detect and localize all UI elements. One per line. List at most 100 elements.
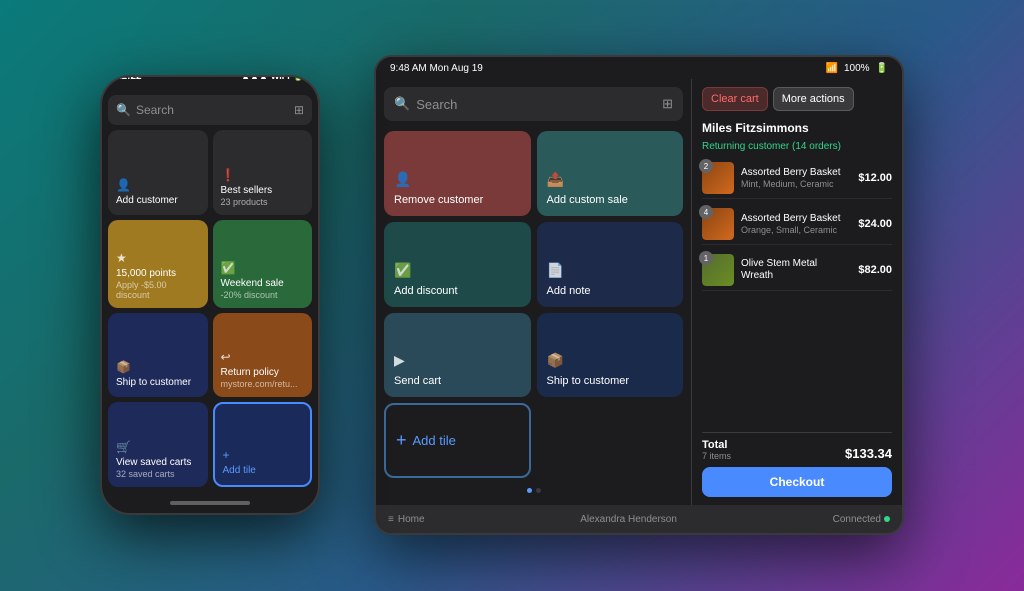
tablet-wifi-icon: 📶: [826, 63, 838, 74]
phone-tiles-grid: 👤 Add customer ❗ Best sellers 23 product…: [108, 130, 312, 487]
phone-search-text: Search: [136, 103, 174, 117]
tablet-home-label: Home: [398, 514, 425, 525]
phone-search-bar[interactable]: 🔍 Search ⊞: [108, 95, 312, 125]
tablet-bottom-bar: ≡ Home Alexandra Henderson Connected: [376, 505, 902, 533]
tile-add-discount-label: Add discount: [394, 285, 521, 297]
tablet-connected-status: Connected: [833, 514, 890, 525]
phone-tile-points-label: 15,000 points: [116, 268, 200, 280]
cart-item-info-2: Olive Stem Metal Wreath: [741, 258, 851, 282]
tile-ship-to-customer-label: Ship to customer: [547, 375, 674, 387]
tablet-page-dots: [384, 484, 683, 497]
cart-item-sub-0: Mint, Medium, Ceramic: [741, 179, 851, 189]
phone-tile-ship[interactable]: 📦 Ship to customer: [108, 313, 208, 398]
cart-item-price-2: $82.00: [858, 264, 892, 276]
connected-label: Connected: [833, 514, 881, 525]
cart-item-img-wrap-2: 1: [702, 254, 734, 286]
phone-tile-ship-icon: 📦: [116, 360, 200, 374]
phone-tile-return[interactable]: ↩ Return policy mystore.com/retu...: [213, 313, 313, 398]
tablet-time: 9:48 AM Mon Aug 19: [390, 63, 483, 74]
cart-item-name-1: Assorted Berry Basket: [741, 213, 851, 225]
cart-item-1: 4 Assorted Berry Basket Orange, Small, C…: [702, 204, 892, 245]
tablet-battery: 100%: [844, 63, 870, 74]
dot-inactive[interactable]: [536, 488, 541, 493]
phone-tile-saved-carts[interactable]: 🛒 View saved carts 32 saved carts: [108, 402, 208, 487]
phone-tile-points-sub: Apply -$5.00 discount: [116, 280, 200, 300]
tile-add-note[interactable]: 📄 Add note: [537, 222, 684, 307]
phone-tile-add-customer[interactable]: 👤 Add customer: [108, 130, 208, 215]
phone-battery-icon: 🔋: [293, 75, 304, 82]
total-section: Total 7 items $133.34 Checkout: [702, 432, 892, 497]
phone-tile-weekend-sale[interactable]: ✅ Weekend sale -20% discount: [213, 220, 313, 308]
tablet-menu-icon: ≡: [388, 514, 394, 525]
dot-active[interactable]: [527, 488, 532, 493]
cart-item-0: 2 Assorted Berry Basket Mint, Medium, Ce…: [702, 158, 892, 199]
tile-add-discount[interactable]: ✅ Add discount: [384, 222, 531, 307]
tablet-content: 🔍 Search ⊞ 👤 Remove customer 📤 Add custo…: [376, 79, 902, 505]
tile-send-cart-icon: ▶: [394, 352, 521, 369]
more-actions-button[interactable]: More actions: [773, 87, 854, 111]
tile-ship-to-customer-icon: 📦: [547, 352, 674, 369]
tile-send-cart[interactable]: ▶ Send cart: [384, 313, 531, 398]
connected-dot: [884, 516, 890, 522]
phone-tile-saved-carts-sub: 32 saved carts: [116, 469, 200, 479]
phone-tile-add-label: Add tile: [223, 465, 303, 477]
tablet-action-buttons: Clear cart More actions: [702, 87, 892, 111]
phone-tile-saved-carts-label: View saved carts: [116, 457, 200, 469]
phone-tile-add[interactable]: + Add tile: [213, 402, 313, 487]
tablet-search-icon: 🔍: [394, 96, 410, 112]
phone-signal-icon: ▲▲▲: [241, 75, 268, 81]
tile-remove-customer[interactable]: 👤 Remove customer: [384, 131, 531, 216]
phone-tile-add-icon: +: [223, 448, 303, 462]
tile-add-new-label: Add tile: [413, 433, 456, 448]
tile-add-note-label: Add note: [547, 285, 674, 297]
phone-tile-best-sellers-label: Best sellers: [221, 185, 305, 197]
total-amount: $133.34: [845, 446, 892, 461]
tablet-search-bar[interactable]: 🔍 Search ⊞: [384, 87, 683, 121]
total-label: Total: [702, 439, 731, 451]
phone-tile-points-icon: ★: [116, 251, 200, 265]
phone-device: 12:22 ▲▲▲ WiFi 🔋 🔍 Search ⊞ 👤 Add custom…: [100, 75, 320, 515]
phone-tile-best-sellers[interactable]: ❗ Best sellers 23 products: [213, 130, 313, 215]
tile-add-note-icon: 📄: [547, 262, 674, 279]
cart-item-price-1: $24.00: [858, 218, 892, 230]
phone-bottom-indicator: [102, 493, 318, 513]
tile-send-cart-label: Send cart: [394, 375, 521, 387]
tablet-user-name: Alexandra Henderson: [580, 514, 677, 525]
phone-tile-best-sellers-sub: 23 products: [221, 197, 305, 207]
clear-cart-button[interactable]: Clear cart: [702, 87, 768, 111]
tile-add-discount-icon: ✅: [394, 262, 521, 279]
tablet-left-panel: 🔍 Search ⊞ 👤 Remove customer 📤 Add custo…: [376, 79, 692, 505]
tablet-search-text: Search: [416, 97, 457, 112]
tile-remove-customer-label: Remove customer: [394, 194, 521, 206]
phone-scan-icon[interactable]: ⊞: [294, 103, 304, 117]
total-label-group: Total 7 items: [702, 439, 731, 461]
tablet-tiles-grid: 👤 Remove customer 📤 Add custom sale ✅ Ad…: [384, 131, 683, 478]
phone-wifi-icon: WiFi: [271, 75, 290, 81]
tile-remove-customer-icon: 👤: [394, 171, 521, 188]
cart-item-2: 1 Olive Stem Metal Wreath $82.00: [702, 250, 892, 291]
tablet-scan-icon[interactable]: ⊞: [662, 96, 673, 112]
tablet-battery-icon: 🔋: [876, 63, 888, 74]
phone-tile-ship-label: Ship to customer: [116, 377, 200, 389]
phone-tile-weekend-sale-icon: ✅: [221, 261, 305, 275]
tablet-device: 9:48 AM Mon Aug 19 📶 100% 🔋 🔍 Search ⊞ 👤…: [374, 55, 904, 535]
tile-add-custom-sale[interactable]: 📤 Add custom sale: [537, 131, 684, 216]
phone-tile-best-sellers-icon: ❗: [221, 168, 305, 182]
total-items-count: 7 items: [702, 451, 731, 461]
cart-item-name-2: Olive Stem Metal Wreath: [741, 258, 851, 282]
tablet-menu-home[interactable]: ≡ Home: [388, 514, 425, 525]
phone-search-icon: 🔍: [116, 103, 131, 117]
customer-name: Miles Fitzsimmons: [702, 121, 892, 135]
phone-tile-points[interactable]: ★ 15,000 points Apply -$5.00 discount: [108, 220, 208, 308]
checkout-button[interactable]: Checkout: [702, 467, 892, 497]
phone-tile-return-label: Return policy: [221, 367, 305, 379]
home-indicator: [170, 501, 250, 505]
tile-add-custom-sale-icon: 📤: [547, 171, 674, 188]
phone-tile-add-customer-label: Add customer: [116, 195, 200, 207]
tile-add-new[interactable]: + Add tile: [384, 403, 531, 478]
phone-tile-add-customer-icon: 👤: [116, 178, 200, 192]
cart-item-sub-1: Orange, Small, Ceramic: [741, 225, 851, 235]
phone-tile-return-icon: ↩: [221, 350, 305, 364]
tile-ship-to-customer[interactable]: 📦 Ship to customer: [537, 313, 684, 398]
cart-item-badge-0: 2: [699, 159, 713, 173]
